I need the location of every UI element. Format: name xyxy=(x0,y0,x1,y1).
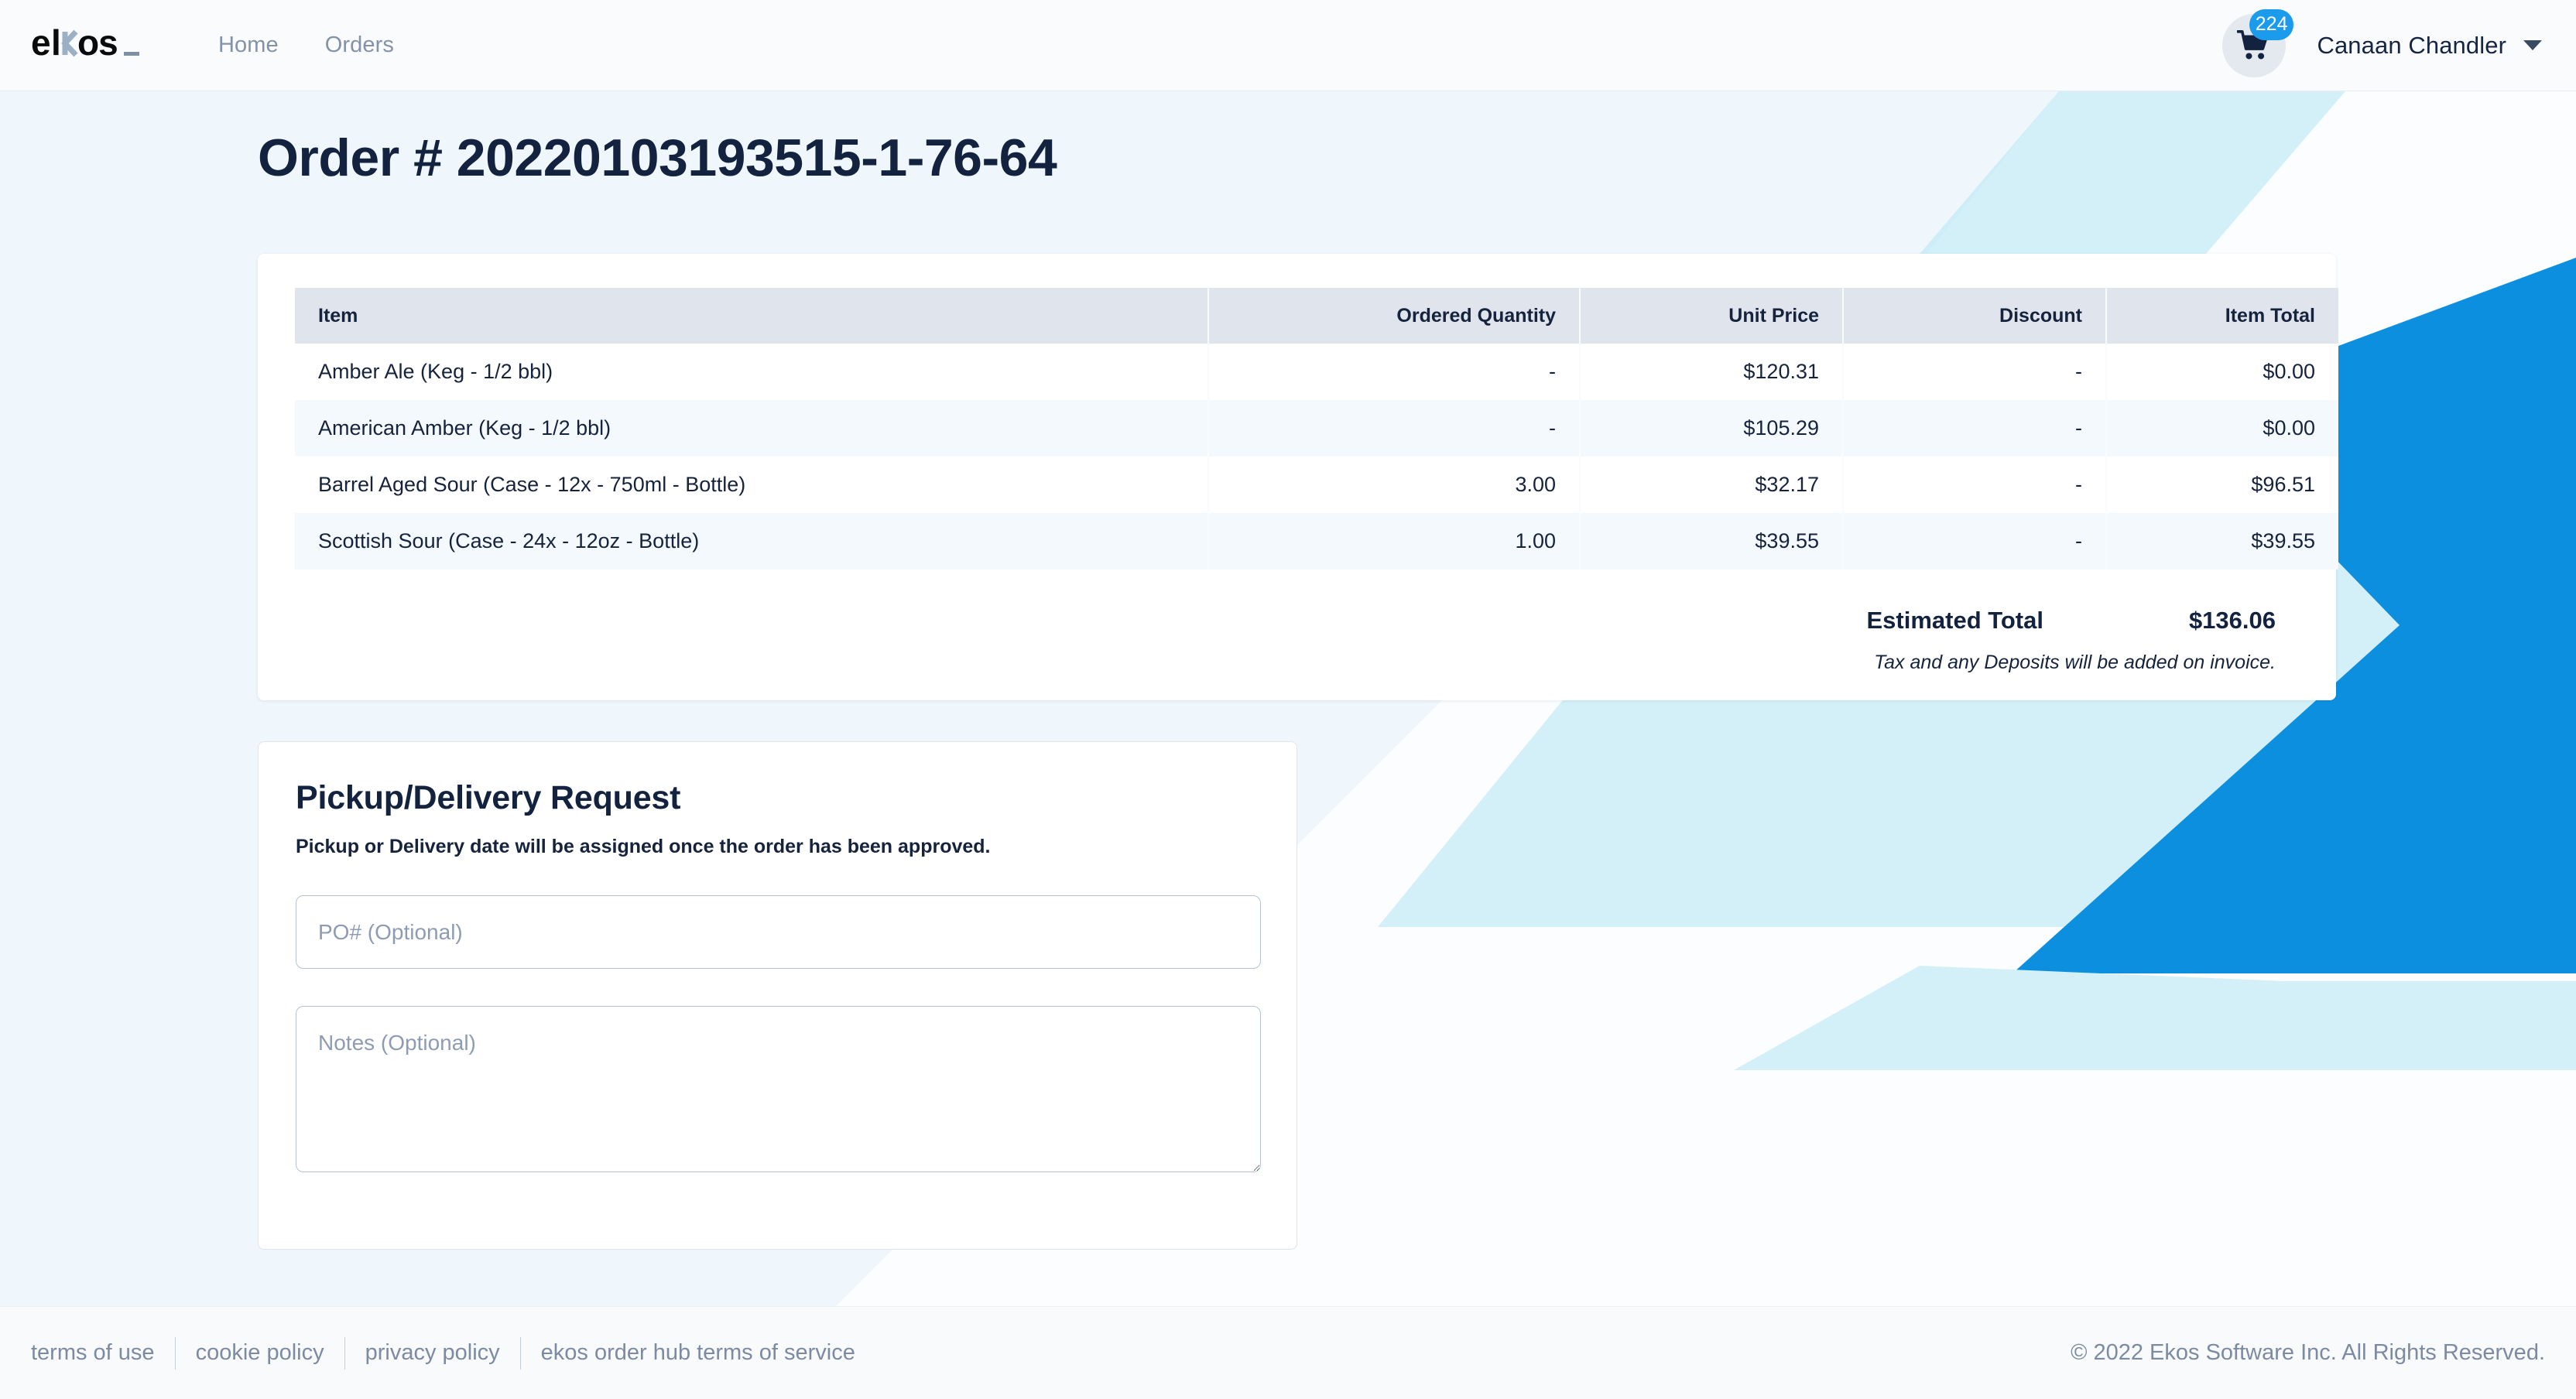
top-navigation-bar: e l os Home Orders 224 Canaan Chandler xyxy=(0,0,2576,91)
estimated-total-label: Estimated Total xyxy=(1866,607,2043,634)
cell-disc: - xyxy=(1843,513,2107,570)
tax-note: Tax and any Deposits will be added on in… xyxy=(1874,652,2276,673)
table-row: Barrel Aged Sour (Case - 12x - 750ml - B… xyxy=(295,457,2338,513)
cell-price: $105.29 xyxy=(1580,400,1844,457)
po-number-input[interactable] xyxy=(296,895,1261,969)
table-row: American Amber (Keg - 1/2 bbl) - $105.29… xyxy=(295,400,2338,457)
table-row: Scottish Sour (Case - 24x - 12oz - Bottl… xyxy=(295,513,2338,570)
cell-price: $32.17 xyxy=(1580,457,1844,513)
footer-link-cookie-policy[interactable]: cookie policy xyxy=(176,1340,344,1366)
pickup-delivery-subtitle: Pickup or Delivery date will be assigned… xyxy=(296,836,991,857)
nav-link-orders[interactable]: Orders xyxy=(325,32,394,58)
user-name-label: Canaan Chandler xyxy=(2317,31,2506,59)
order-items-table: Item Ordered Quantity Unit Price Discoun… xyxy=(295,288,2338,570)
column-header-discount: Discount xyxy=(1843,288,2107,344)
page-content: Order # 20220103193515-1-76-64 Item Orde… xyxy=(0,91,2576,1306)
svg-text:l: l xyxy=(51,24,60,63)
cell-qty: 3.00 xyxy=(1208,457,1581,513)
order-summary-card: Item Ordered Quantity Unit Price Discoun… xyxy=(258,254,2338,700)
primary-nav: Home Orders xyxy=(218,32,394,58)
column-header-item: Item xyxy=(295,288,1209,344)
cell-total: $0.00 xyxy=(2263,360,2315,383)
column-header-item-total: Item Total xyxy=(2106,288,2338,344)
cell-total: $39.55 xyxy=(2251,529,2315,552)
footer-copyright: © 2022 Ekos Software Inc. All Rights Res… xyxy=(2071,1340,2545,1365)
pickup-delivery-card: Pickup/Delivery Request Pickup or Delive… xyxy=(258,741,1297,1250)
column-header-unit-price: Unit Price xyxy=(1580,288,1844,344)
cell-qty: 1.00 xyxy=(1208,513,1581,570)
estimated-total-row: Estimated Total $136.06 xyxy=(295,607,2299,635)
ekos-logo[interactable]: e l os xyxy=(31,22,155,69)
cell-disc: - xyxy=(1843,344,2107,400)
user-menu[interactable]: Canaan Chandler xyxy=(2317,32,2542,60)
nav-link-home[interactable]: Home xyxy=(218,32,279,58)
notes-textarea[interactable] xyxy=(296,1006,1261,1172)
cell-disc: - xyxy=(1843,457,2107,513)
table-header-row: Item Ordered Quantity Unit Price Discoun… xyxy=(295,288,2338,344)
cell-qty: - xyxy=(1208,344,1581,400)
cell-total: $0.00 xyxy=(2263,416,2315,440)
cell-disc: - xyxy=(1843,400,2107,457)
cart-count-badge: 224 xyxy=(2249,9,2294,40)
table-row: Amber Ale (Keg - 1/2 bbl) - $120.31 - $0… xyxy=(295,344,2338,400)
chevron-down-icon xyxy=(2523,40,2542,50)
cell-item: American Amber (Keg - 1/2 bbl) xyxy=(295,400,1209,457)
page-title: Order # 20220103193515-1-76-64 xyxy=(258,128,1057,187)
cell-price: $39.55 xyxy=(1580,513,1844,570)
cell-item: Barrel Aged Sour (Case - 12x - 750ml - B… xyxy=(295,457,1209,513)
cell-price: $120.31 xyxy=(1580,344,1844,400)
svg-text:os: os xyxy=(77,24,118,63)
page-footer: terms of use cookie policy privacy polic… xyxy=(0,1306,2576,1399)
svg-text:e: e xyxy=(31,24,50,63)
footer-links: terms of use cookie policy privacy polic… xyxy=(31,1336,875,1370)
footer-link-order-hub-terms[interactable]: ekos order hub terms of service xyxy=(521,1340,875,1366)
cell-qty: - xyxy=(1208,400,1581,457)
cart-button[interactable]: 224 xyxy=(2222,9,2294,77)
cell-item: Scottish Sour (Case - 24x - 12oz - Bottl… xyxy=(295,513,1209,570)
estimated-total-value: $136.06 xyxy=(2188,607,2276,634)
footer-link-terms-of-use[interactable]: terms of use xyxy=(31,1340,175,1366)
cell-item: Amber Ale (Keg - 1/2 bbl) xyxy=(295,344,1209,400)
pickup-delivery-title: Pickup/Delivery Request xyxy=(296,779,681,816)
column-header-ordered-quantity: Ordered Quantity xyxy=(1208,288,1581,344)
cell-total: $96.51 xyxy=(2251,473,2315,496)
footer-link-privacy-policy[interactable]: privacy policy xyxy=(345,1340,520,1366)
top-bar-right-group: 224 Canaan Chandler xyxy=(2222,9,2542,77)
